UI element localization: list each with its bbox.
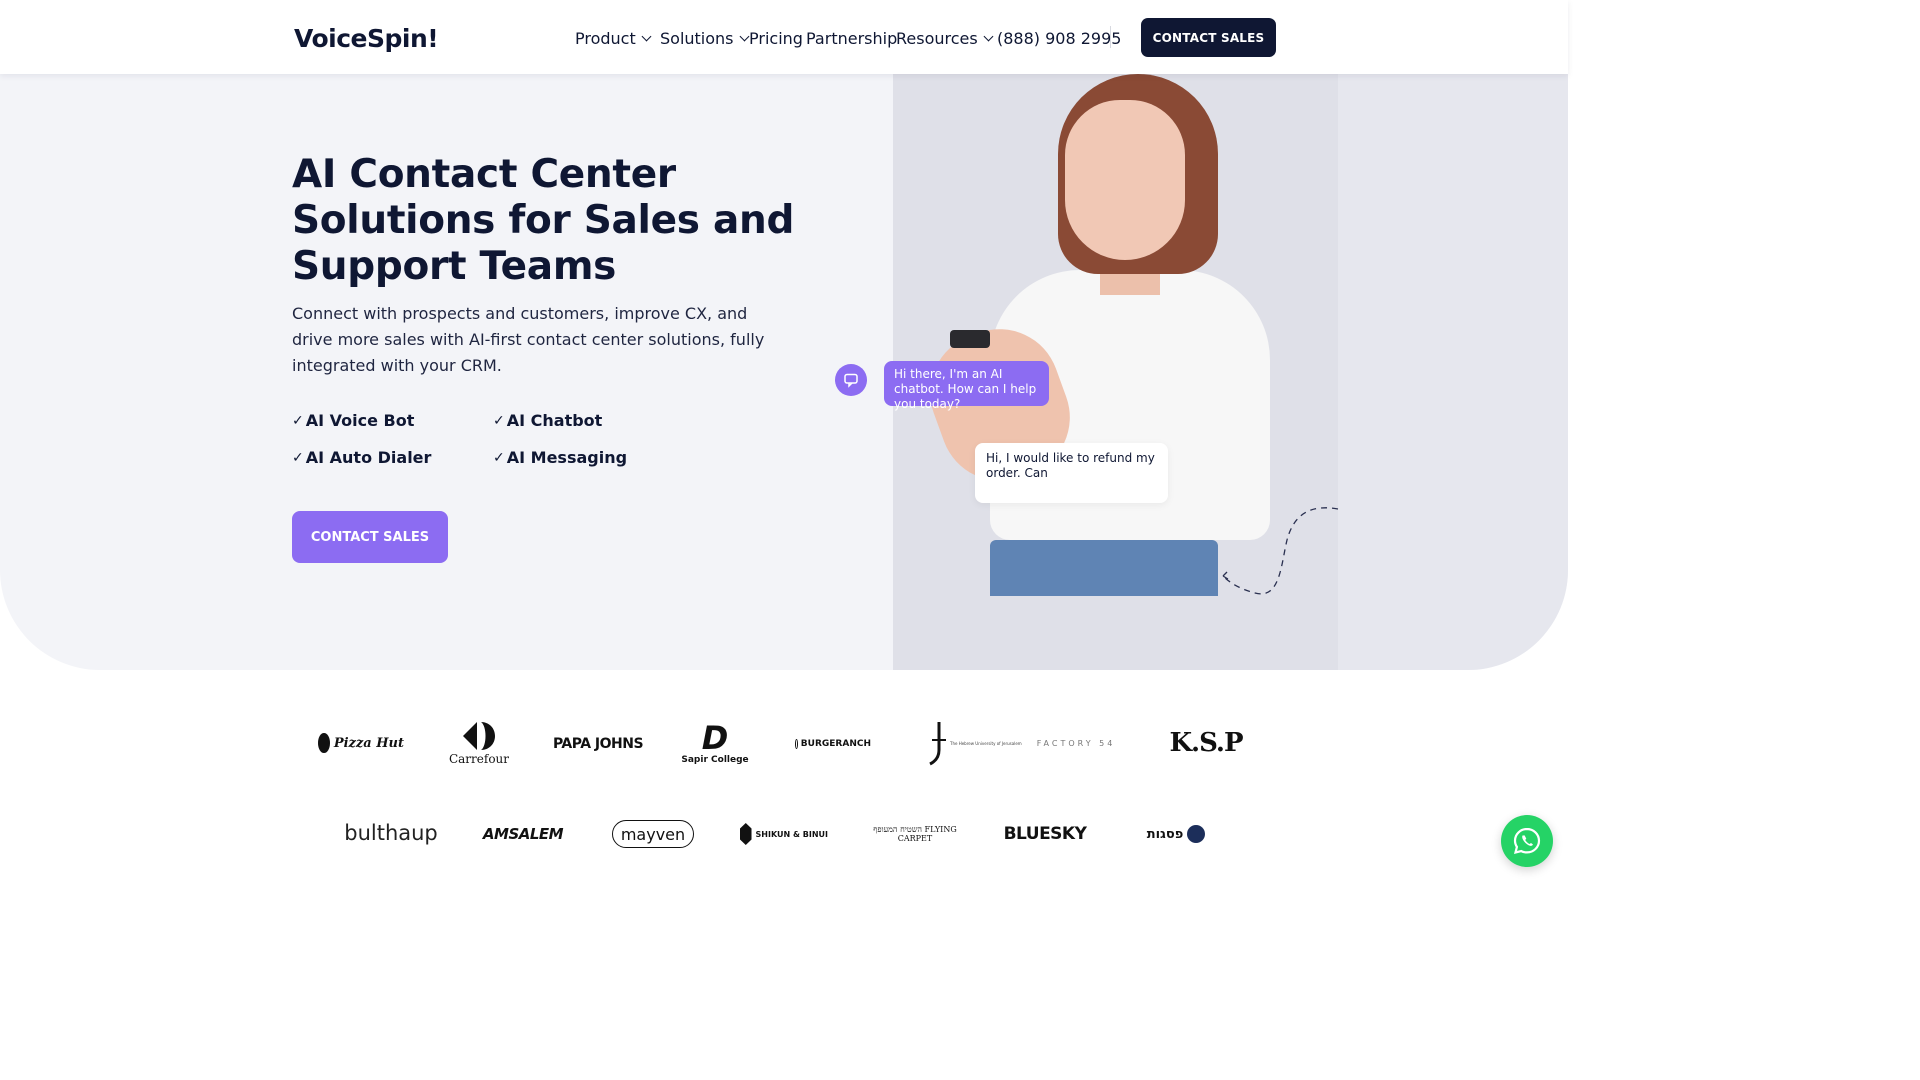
burgeranch-mark-icon bbox=[795, 739, 798, 749]
nav-divider bbox=[1110, 26, 1111, 48]
chatbot-message-bubble: Hi there, I'm an AI chatbot. How can I h… bbox=[884, 361, 1049, 411]
pizza-hut-mark-icon bbox=[318, 733, 330, 753]
user-message-bubble: Hi, I would like to refund my order. Can bbox=[975, 443, 1168, 503]
client-logo-text: SHIKUN & BINUI bbox=[755, 829, 828, 839]
nav-pricing[interactable]: Pricing bbox=[749, 29, 803, 48]
nav-resources[interactable]: Resources bbox=[896, 29, 994, 48]
client-logo-bulthaup: bulthaup bbox=[344, 821, 438, 845]
client-logo-hebrew-university: The Hebrew University of Jerusalem bbox=[926, 718, 1022, 768]
chat-bubble-icon bbox=[835, 364, 867, 396]
feature-label: AI Voice Bot bbox=[305, 411, 415, 430]
voicespin-logo[interactable]: VoiceSpin! bbox=[294, 20, 439, 56]
chevron-down-icon bbox=[983, 31, 994, 42]
client-logo-ksp: K.S.P bbox=[1169, 728, 1243, 758]
client-logo-text: BURGERANCH bbox=[800, 739, 871, 749]
hero-contact-sales-button[interactable]: CONTACT SALES bbox=[292, 511, 448, 563]
client-logo-text: Carrefour bbox=[448, 752, 510, 766]
nav-solutions[interactable]: Solutions bbox=[660, 29, 749, 48]
nav-resources-label: Resources bbox=[896, 29, 978, 48]
site-header: VoiceSpin! Product Solutions Pricing Par… bbox=[0, 0, 1568, 74]
feature-ai-auto-dialer: ✓ AI Auto Dialer bbox=[292, 448, 431, 467]
whatsapp-button[interactable] bbox=[1501, 815, 1553, 867]
feature-ai-chatbot: ✓ AI Chatbot bbox=[493, 411, 602, 430]
nav-solutions-label: Solutions bbox=[660, 29, 734, 48]
sapir-mark-icon: D bbox=[701, 719, 729, 757]
client-logo-shikun-binui: SHIKUN & BINUI bbox=[740, 820, 828, 848]
logo-text: VoiceSpin! bbox=[294, 23, 439, 53]
client-logo-papa-johns: PAPA JOHNS bbox=[552, 736, 644, 752]
hero-subtitle: Connect with prospects and customers, im… bbox=[292, 304, 765, 375]
client-logo-mayven: mayven bbox=[612, 820, 694, 848]
check-icon: ✓ bbox=[292, 412, 304, 429]
client-logo-text: Pizza Hut bbox=[333, 735, 404, 751]
client-logo-text: פסגות bbox=[1146, 826, 1184, 842]
client-logo-pizza-hut: Pizza Hut bbox=[318, 728, 404, 758]
carrefour-mark-icon bbox=[463, 722, 495, 750]
client-logo-burgeranch: BURGERANCH bbox=[795, 735, 871, 753]
chevron-down-icon bbox=[641, 31, 652, 42]
phone-number: (888) 908 2995 bbox=[997, 29, 1122, 48]
client-logo-text: Sapir College bbox=[681, 755, 749, 765]
hebrew-university-mark-icon bbox=[929, 722, 946, 766]
feature-label: AI Chatbot bbox=[506, 411, 603, 430]
nav-pricing-label: Pricing bbox=[749, 29, 803, 48]
feature-label: AI Messaging bbox=[506, 448, 628, 467]
client-logo-amsalem: AMSALEM bbox=[482, 825, 564, 843]
phone-link[interactable]: (888) 908 2995 bbox=[997, 29, 1121, 48]
client-logo-bluesky: BLUESKY bbox=[1003, 824, 1087, 844]
check-icon: ✓ bbox=[493, 412, 505, 429]
nav-partnership[interactable]: Partnership bbox=[806, 29, 897, 48]
client-logo-factory54: FACTORY 54 bbox=[1036, 738, 1116, 748]
client-logo-flying-carpet: השטיח המעופף FLYING CARPET bbox=[873, 825, 957, 843]
client-logo-sapir-college: D Sapir College bbox=[681, 718, 749, 768]
feature-label: AI Auto Dialer bbox=[305, 448, 432, 467]
psagot-mark-icon bbox=[1187, 825, 1206, 843]
client-logo-carrefour: Carrefour bbox=[447, 718, 511, 768]
dashed-arrow-decoration bbox=[1222, 507, 1339, 595]
chevron-down-icon bbox=[739, 31, 749, 42]
nav-partnership-label: Partnership bbox=[806, 29, 898, 48]
person-face bbox=[1065, 100, 1185, 260]
feature-ai-voice-bot: ✓ AI Voice Bot bbox=[292, 411, 414, 430]
header-contact-sales-button[interactable]: CONTACT SALES bbox=[1141, 18, 1276, 57]
nav-product[interactable]: Product bbox=[575, 29, 652, 48]
shikun-binui-mark-icon bbox=[740, 823, 752, 845]
client-logo-text: The Hebrew University of Jerusalem bbox=[950, 740, 1022, 746]
hero-title: AI Contact Center Solutions for Sales an… bbox=[292, 152, 795, 289]
whatsapp-icon bbox=[1513, 827, 1541, 854]
feature-ai-messaging: ✓ AI Messaging bbox=[493, 448, 627, 467]
person-phone bbox=[950, 330, 990, 348]
check-icon: ✓ bbox=[493, 449, 505, 466]
nav-product-label: Product bbox=[575, 29, 636, 48]
check-icon: ✓ bbox=[292, 449, 304, 466]
person-jeans bbox=[990, 540, 1218, 596]
client-logo-psagot: פסגות bbox=[1138, 818, 1214, 850]
